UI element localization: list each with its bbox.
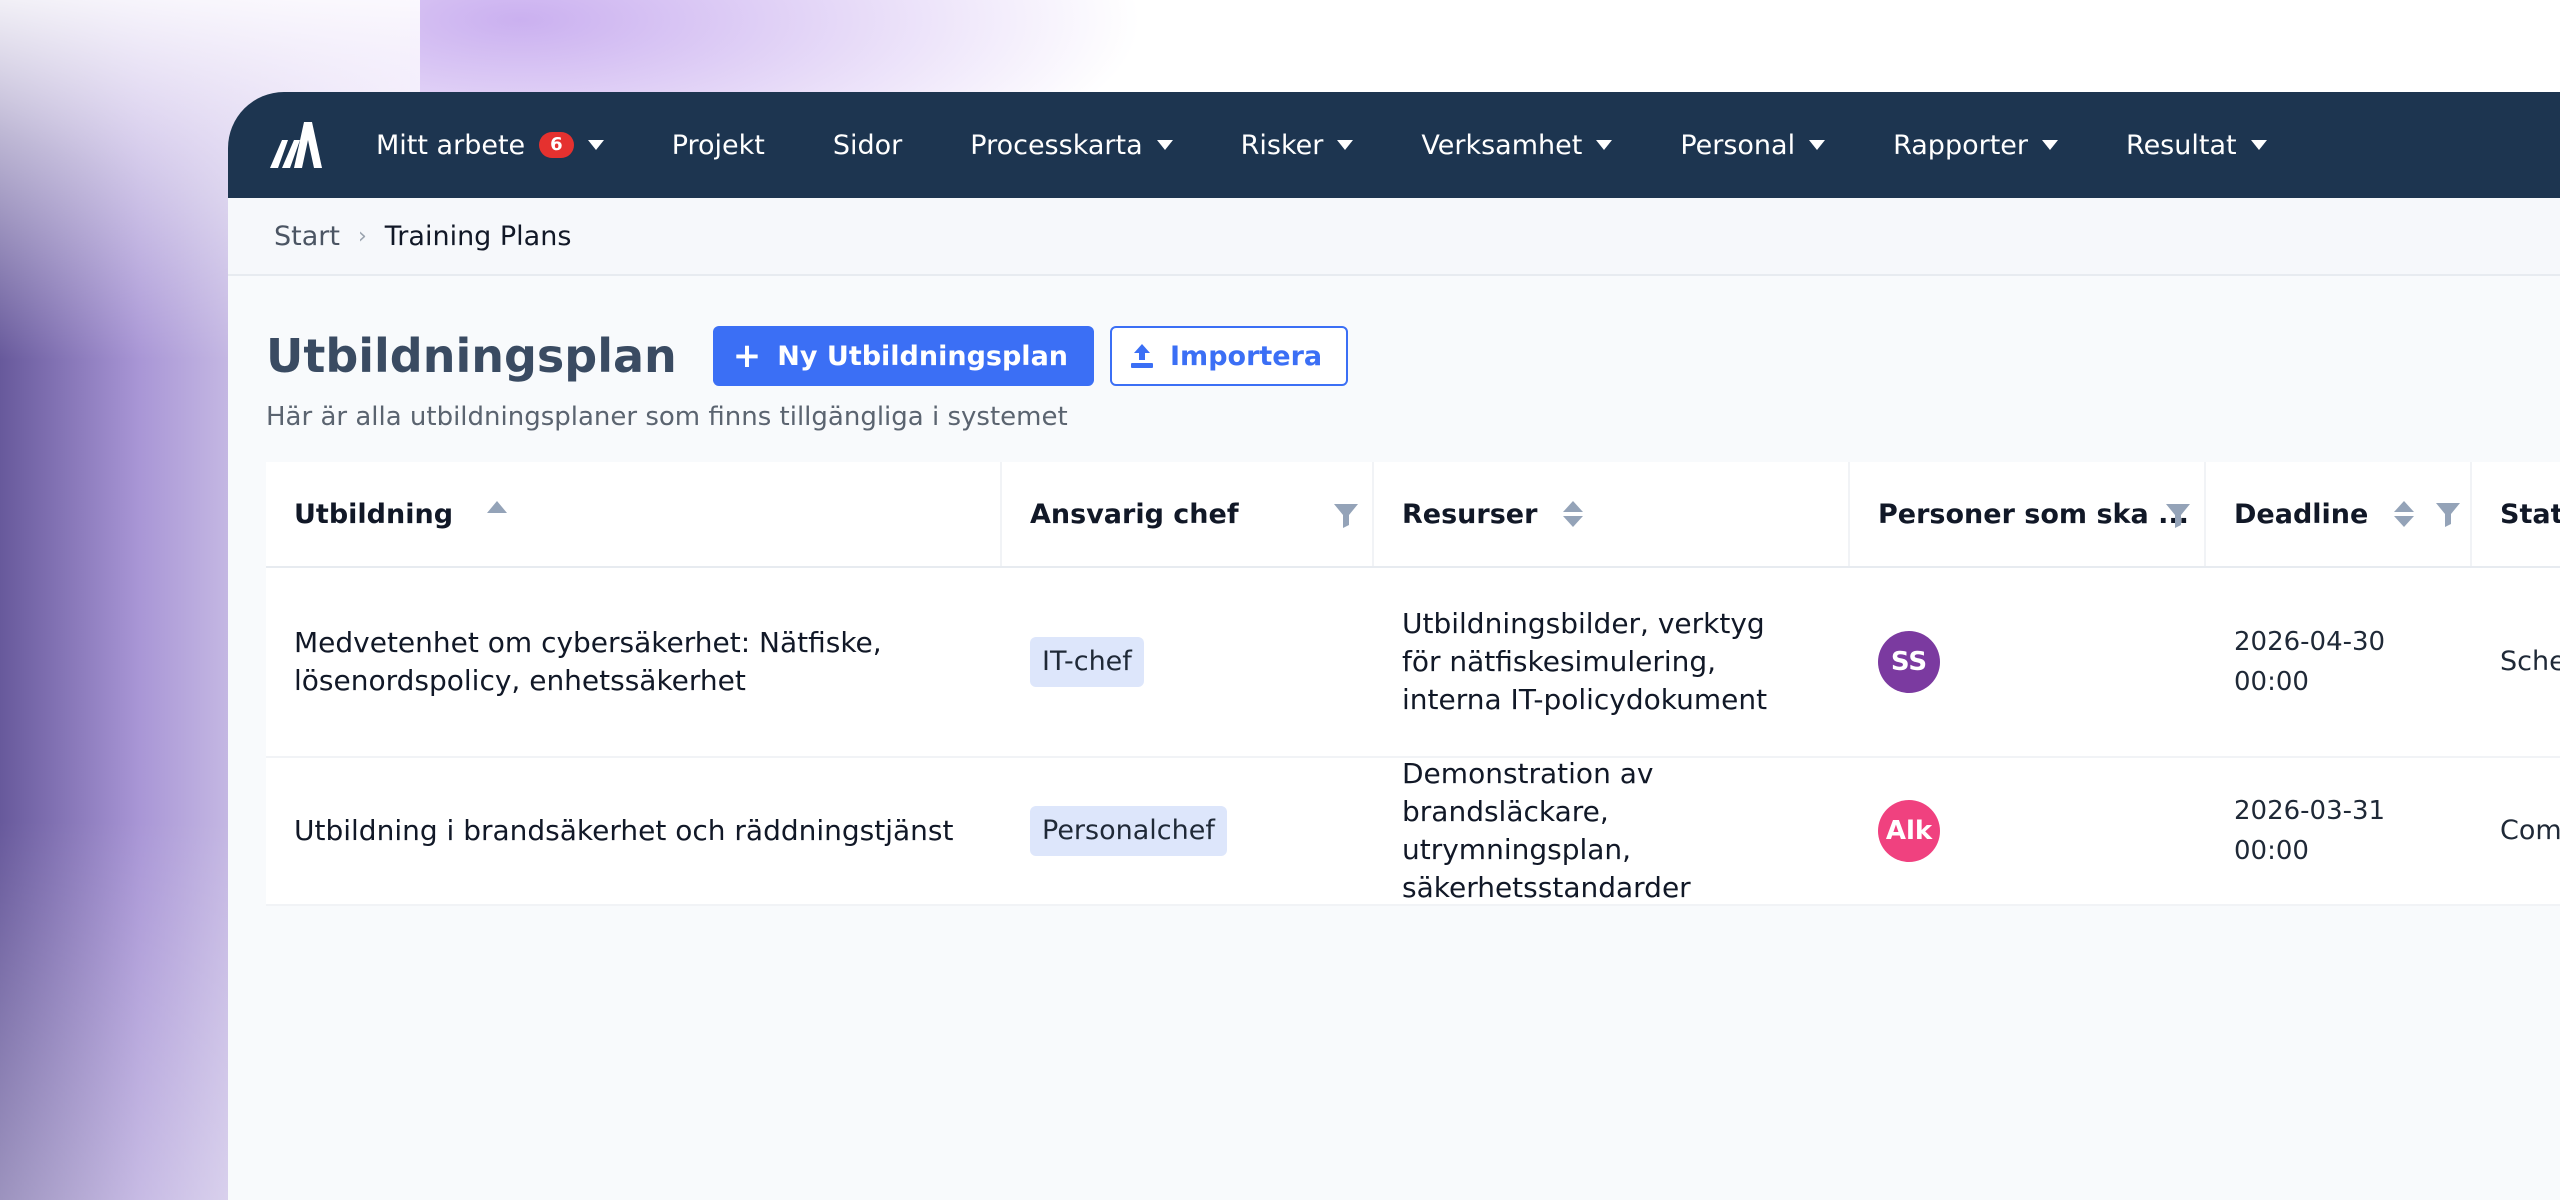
- notification-badge: 6: [539, 132, 574, 158]
- resources-text: Demonstration av brandsläckare, utrymnin…: [1402, 758, 1691, 904]
- cell-personer: SS: [1850, 568, 2206, 756]
- chevron-down-icon: [2042, 140, 2059, 150]
- column-label: Deadline: [2234, 498, 2369, 530]
- breadcrumb: Start › Training Plans: [228, 198, 2560, 276]
- deadline: 2026-04-30 00:00: [2234, 622, 2385, 702]
- deadline-date: 2026-04-30: [2234, 627, 2386, 657]
- filter-icon[interactable]: [1332, 501, 1360, 529]
- cell-resurser: Utbildningsbilder, verktyg för nätfiskes…: [1374, 568, 1850, 756]
- nav-mitt-arbete[interactable]: Mitt arbete 6: [376, 130, 604, 161]
- nav-projekt[interactable]: Projekt: [672, 130, 765, 161]
- manager-tag: IT-chef: [1030, 637, 1144, 687]
- logo-icon[interactable]: [268, 120, 324, 170]
- cell-status: Sche: [2472, 568, 2560, 756]
- deadline-time: 00:00: [2234, 667, 2309, 697]
- nav-resultat[interactable]: Resultat: [2126, 130, 2267, 161]
- sort-icon[interactable]: [1563, 501, 1584, 527]
- plus-icon: +: [732, 336, 762, 376]
- nav-rapporter[interactable]: Rapporter: [1893, 129, 2059, 161]
- chevron-down-icon: [1596, 140, 1613, 150]
- title-row: Utbildningsplan + Ny Utbildningsplan Imp…: [266, 326, 2560, 386]
- filter-icon[interactable]: [2434, 500, 2462, 528]
- upload-icon: [1131, 344, 1154, 368]
- avatar[interactable]: SS: [1878, 631, 1940, 693]
- status-text: Sche: [2500, 646, 2560, 677]
- cell-chef: IT-chef: [1002, 568, 1374, 756]
- resources-text: Utbildningsbilder, verktyg för nätfiskes…: [1402, 607, 1768, 716]
- table-header: Utbildning Ansvarig chef Resurser Person…: [266, 462, 2560, 568]
- cell-status: Com: [2472, 758, 2560, 904]
- column-header-utbildning[interactable]: Utbildning: [266, 462, 1002, 566]
- deadline-time: 00:00: [2234, 836, 2309, 866]
- cell-personer: Alk: [1850, 758, 2206, 904]
- cell-deadline: 2026-04-30 00:00: [2206, 568, 2472, 756]
- nav-label: Rapporter: [1893, 129, 2029, 161]
- import-button-label: Importera: [1170, 340, 1323, 372]
- training-name[interactable]: Medvetenhet om cybersäkerhet: Nätfiske, …: [294, 624, 914, 700]
- cell-chef: Personalchef: [1002, 758, 1374, 904]
- nav-label: Projekt: [671, 129, 765, 161]
- nav-label: Sidor: [832, 129, 903, 161]
- column-label: Personer som ska ...: [1878, 498, 2189, 530]
- nav-processkarta[interactable]: Processkarta: [970, 129, 1173, 161]
- cell-deadline: 2026-03-31 00:00: [2206, 758, 2472, 904]
- chevron-down-icon: [1156, 140, 1173, 150]
- column-header-ansvarig-chef[interactable]: Ansvarig chef: [1002, 462, 1374, 566]
- breadcrumb-start-link[interactable]: Start: [274, 221, 340, 252]
- deadline: 2026-03-31 00:00: [2234, 791, 2385, 871]
- nav-label: Resultat: [2126, 129, 2237, 161]
- nav-label: Mitt arbete: [376, 129, 526, 161]
- chevron-down-icon: [1337, 140, 1354, 150]
- chevron-down-icon: [1809, 140, 1826, 150]
- status-text: Com: [2500, 815, 2560, 846]
- nav-risker[interactable]: Risker: [1241, 130, 1354, 161]
- cell-utbildning: Utbildning i brandsäkerhet och räddnings…: [266, 758, 1002, 904]
- import-button[interactable]: Importera: [1110, 326, 1349, 386]
- nav-personal[interactable]: Personal: [1680, 129, 1826, 161]
- cell-utbildning: Medvetenhet om cybersäkerhet: Nätfiske, …: [266, 568, 1002, 756]
- sort-icon[interactable]: [2394, 501, 2415, 527]
- training-name[interactable]: Utbildning i brandsäkerhet och räddnings…: [294, 812, 953, 850]
- nav-label: Verksamhet: [1421, 129, 1583, 161]
- main-content: Utbildningsplan + Ny Utbildningsplan Imp…: [228, 326, 2560, 906]
- table-row[interactable]: Medvetenhet om cybersäkerhet: Nätfiske, …: [266, 568, 2560, 758]
- page-subtitle: Här är alla utbildningsplaner som finns …: [266, 402, 1068, 432]
- nav-sidor[interactable]: Sidor: [833, 130, 902, 161]
- page-title: Utbildningsplan: [266, 329, 677, 383]
- nav-verksamhet[interactable]: Verksamhet: [1421, 129, 1613, 161]
- column-label: Resurser: [1402, 498, 1538, 530]
- column-label: Utbildning: [294, 498, 454, 530]
- app-window: Mitt arbete 6 Projekt Sidor Processkarta…: [228, 92, 2560, 1200]
- column-label: Stat: [2500, 498, 2560, 530]
- cell-resurser: Demonstration av brandsläckare, utrymnin…: [1374, 758, 1850, 904]
- training-plan-table: Utbildning Ansvarig chef Resurser Person…: [266, 462, 2560, 906]
- column-header-resurser[interactable]: Resurser: [1374, 462, 1850, 566]
- filter-icon[interactable]: [2164, 501, 2192, 529]
- nav-label: Risker: [1240, 129, 1324, 161]
- new-button-label: Ny Utbildningsplan: [777, 340, 1069, 372]
- table-row[interactable]: Utbildning i brandsäkerhet och räddnings…: [266, 758, 2560, 906]
- column-label: Ansvarig chef: [1030, 498, 1239, 530]
- chevron-down-icon: [587, 140, 604, 150]
- manager-tag: Personalchef: [1030, 806, 1227, 856]
- sort-ascending-icon[interactable]: [487, 501, 508, 513]
- chevron-down-icon: [2250, 140, 2267, 150]
- new-training-plan-button[interactable]: + Ny Utbildningsplan: [712, 326, 1095, 386]
- nav-label: Personal: [1680, 129, 1796, 161]
- avatar[interactable]: Alk: [1878, 800, 1940, 862]
- deadline-date: 2026-03-31: [2234, 796, 2386, 826]
- top-navigation: Mitt arbete 6 Projekt Sidor Processkarta…: [228, 92, 2560, 198]
- breadcrumb-current: Training Plans: [384, 220, 572, 252]
- column-header-status[interactable]: Stat: [2472, 462, 2560, 566]
- chevron-right-icon: ›: [357, 223, 367, 249]
- column-header-deadline[interactable]: Deadline: [2206, 462, 2472, 566]
- column-header-personer[interactable]: Personer som ska ...: [1850, 462, 2206, 566]
- nav-label: Processkarta: [970, 129, 1143, 161]
